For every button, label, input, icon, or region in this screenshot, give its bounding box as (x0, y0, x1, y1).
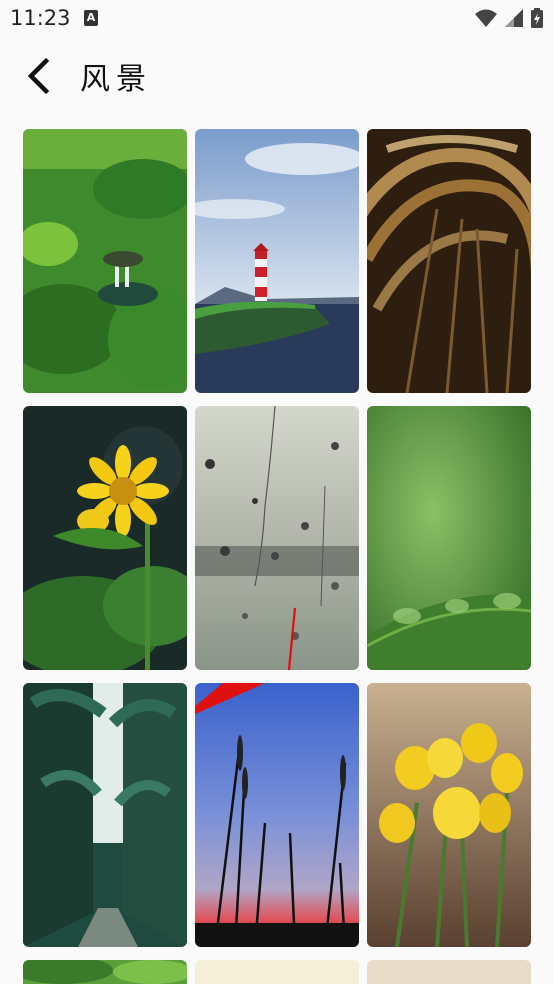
wallpaper-thumbnail-green-leaf[interactable] (367, 406, 531, 670)
wallpaper-thumbnail-palm-path[interactable] (23, 683, 187, 947)
back-button[interactable] (14, 52, 62, 100)
wallpaper-thumbnail-reeds-sunset[interactable] (195, 683, 359, 947)
wallpaper-thumbnail-sunflower[interactable] (23, 406, 187, 670)
wifi-icon (475, 9, 497, 27)
signal-icon (505, 9, 523, 27)
wallpaper-thumbnail-tree-canopy[interactable] (23, 960, 187, 984)
notification-icon: A (84, 10, 98, 26)
wallpaper-thumbnail-waterfall[interactable] (23, 129, 187, 393)
wallpaper-thumbnail-yellow-crocus[interactable] (367, 683, 531, 947)
wallpaper-thumbnail-rain-window[interactable] (195, 406, 359, 670)
status-time: 11:23 (10, 6, 71, 30)
wallpaper-thumbnail-pale-sky[interactable] (195, 960, 359, 984)
app-bar: 风景 (0, 38, 554, 114)
chevron-left-icon (27, 58, 50, 94)
wallpaper-thumbnail-lighthouse[interactable] (195, 129, 359, 393)
status-icons (474, 6, 544, 30)
wallpaper-thumbnail-golden-grass[interactable] (367, 129, 531, 393)
battery-charging-icon (531, 8, 543, 28)
wallpaper-thumbnail-beige-scene[interactable] (367, 960, 531, 984)
page-title: 风景 (80, 62, 152, 97)
status-bar: 11:23 A (0, 0, 554, 38)
